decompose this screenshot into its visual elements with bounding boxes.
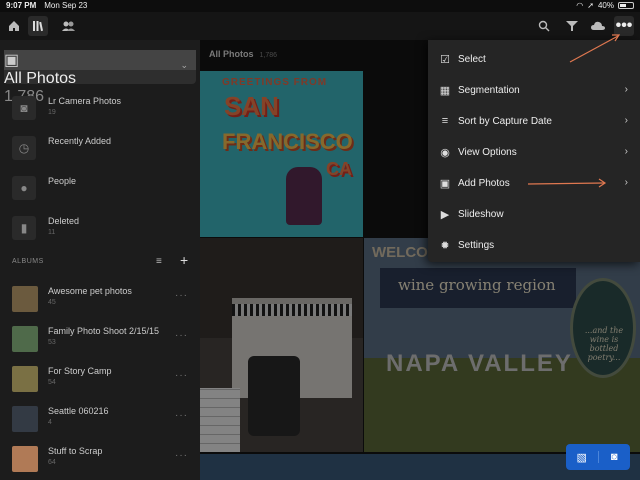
menu-item-label: Slideshow (458, 209, 504, 220)
home-icon[interactable] (4, 16, 24, 36)
album-thumbnail (12, 286, 38, 312)
album-more-button[interactable]: ··· (175, 450, 188, 461)
album-item[interactable]: Stuff to Scrap 64 ··· (0, 442, 200, 478)
menu-item-label: Select (458, 54, 486, 65)
more-options-menu: ☑ Select ▦ Segmentation › ≡ Sort by Capt… (428, 40, 640, 262)
album-count: 4 (48, 419, 52, 426)
library-icon[interactable] (28, 16, 48, 36)
battery-icon (618, 2, 634, 9)
sidebar-item-label: Deleted (48, 216, 80, 226)
sort-albums-icon[interactable]: ≡ (156, 256, 162, 267)
menu-item-sort[interactable]: ≡ Sort by Capture Date › (428, 106, 640, 137)
gear-icon: ✹ (440, 239, 450, 252)
menu-item-segmentation[interactable]: ▦ Segmentation › (428, 75, 640, 106)
clock-icon: ◷ (12, 136, 36, 160)
play-icon: ▶ (440, 208, 450, 221)
album-thumbnail (12, 406, 38, 432)
album-thumbnail (12, 326, 38, 352)
menu-item-label: Segmentation (458, 85, 520, 96)
album-name: Awesome pet photos (48, 286, 132, 296)
album-count: 64 (48, 459, 56, 466)
album-thumbnail (12, 366, 38, 392)
eye-icon: ◉ (440, 146, 450, 159)
album-more-button[interactable]: ··· (175, 410, 188, 421)
menu-item-slideshow[interactable]: ▶ Slideshow (428, 199, 640, 230)
album-item[interactable]: Seattle 060216 4 ··· (0, 402, 200, 438)
status-time: 9:07 PM (6, 1, 37, 10)
camera-icon[interactable]: ◙ (597, 451, 631, 463)
sidebar-item-label: Recently Added (48, 136, 112, 146)
menu-item-label: Add Photos (458, 178, 510, 189)
sidebar-item-count: 11 (48, 229, 56, 236)
location-icon: ➚ (587, 1, 594, 10)
sidebar-item-count: 19 (48, 109, 56, 116)
sidebar-item-recently-added[interactable]: ◷ Recently Added (0, 132, 200, 168)
add-from-library-icon[interactable]: ▧ (566, 451, 598, 464)
camera-icon: ◙ (12, 96, 36, 120)
sidebar-item-all-photos[interactable]: ▣ All Photos 1,786 ⌄ (4, 50, 196, 105)
sidebar-item-label: Lr Camera Photos (48, 96, 122, 106)
menu-item-add-photos[interactable]: ▣ Add Photos › (428, 168, 640, 199)
checkbox-icon: ☑ (440, 53, 450, 66)
wifi-icon: ◠ (576, 1, 584, 10)
filter-icon[interactable] (562, 16, 582, 36)
album-more-button[interactable]: ··· (175, 330, 188, 341)
album-more-button[interactable]: ··· (175, 290, 188, 301)
sidebar-item-deleted[interactable]: ▮ Deleted 11 (0, 212, 200, 248)
status-bar: 9:07 PM Mon Sep 23 ◠ ➚ 40% (0, 0, 640, 12)
album-more-button[interactable]: ··· (175, 370, 188, 381)
cloud-icon[interactable] (588, 16, 608, 36)
menu-item-label: Settings (458, 240, 495, 251)
chevron-right-icon: › (624, 115, 628, 126)
sort-icon: ≡ (441, 115, 449, 127)
more-options-button[interactable]: ••• (614, 16, 634, 36)
album-name: Seattle 060216 (48, 406, 109, 416)
sidebar-item-label: People (48, 176, 77, 186)
chevron-down-icon[interactable]: ⌄ (180, 60, 188, 71)
status-date: Mon Sep 23 (44, 1, 88, 10)
people-icon[interactable] (58, 16, 78, 36)
album-count: 54 (48, 379, 56, 386)
album-item[interactable]: Family Photo Shoot 2/15/15 53 ··· (0, 322, 200, 358)
album-name: Stuff to Scrap (48, 446, 103, 456)
menu-item-view-options[interactable]: ◉ View Options › (428, 137, 640, 168)
sidebar: ▣ All Photos 1,786 ⌄ ◙ Lr Camera Photos … (0, 40, 200, 480)
album-name: Family Photo Shoot 2/15/15 (48, 326, 160, 336)
person-icon: ● (12, 176, 36, 200)
albums-header: ALBUMS (12, 258, 44, 265)
sidebar-item-lr-camera-photos[interactable]: ◙ Lr Camera Photos 19 (0, 92, 200, 128)
sidebar-item-people[interactable]: ● People (0, 172, 200, 208)
menu-item-settings[interactable]: ✹ Settings (428, 230, 640, 261)
battery-percent: 40% (597, 1, 614, 10)
add-album-icon[interactable]: + (180, 252, 188, 268)
trash-icon: ▮ (12, 216, 36, 240)
album-name: For Story Camp (48, 366, 112, 376)
sidebar-item-label: All Photos (4, 70, 77, 87)
chevron-right-icon: › (624, 84, 628, 95)
album-thumbnail (12, 446, 38, 472)
menu-item-select[interactable]: ☑ Select (428, 44, 640, 75)
album-item[interactable]: For Story Camp 54 ··· (0, 362, 200, 398)
album-count: 45 (48, 299, 56, 306)
photos-icon: ▣ (4, 50, 196, 70)
search-icon[interactable] (534, 16, 554, 36)
add-photos-fab: ▧ ◙ (566, 444, 630, 470)
menu-item-label: View Options (458, 147, 517, 158)
chevron-right-icon: › (624, 177, 628, 188)
segments-icon: ▦ (439, 84, 451, 97)
menu-item-label: Sort by Capture Date (458, 116, 552, 127)
chevron-right-icon: › (624, 146, 628, 157)
toolbar: ••• (0, 12, 640, 40)
album-count: 53 (48, 339, 56, 346)
album-item[interactable]: Awesome pet photos 45 ··· (0, 282, 200, 318)
add-photo-icon: ▣ (439, 177, 451, 190)
